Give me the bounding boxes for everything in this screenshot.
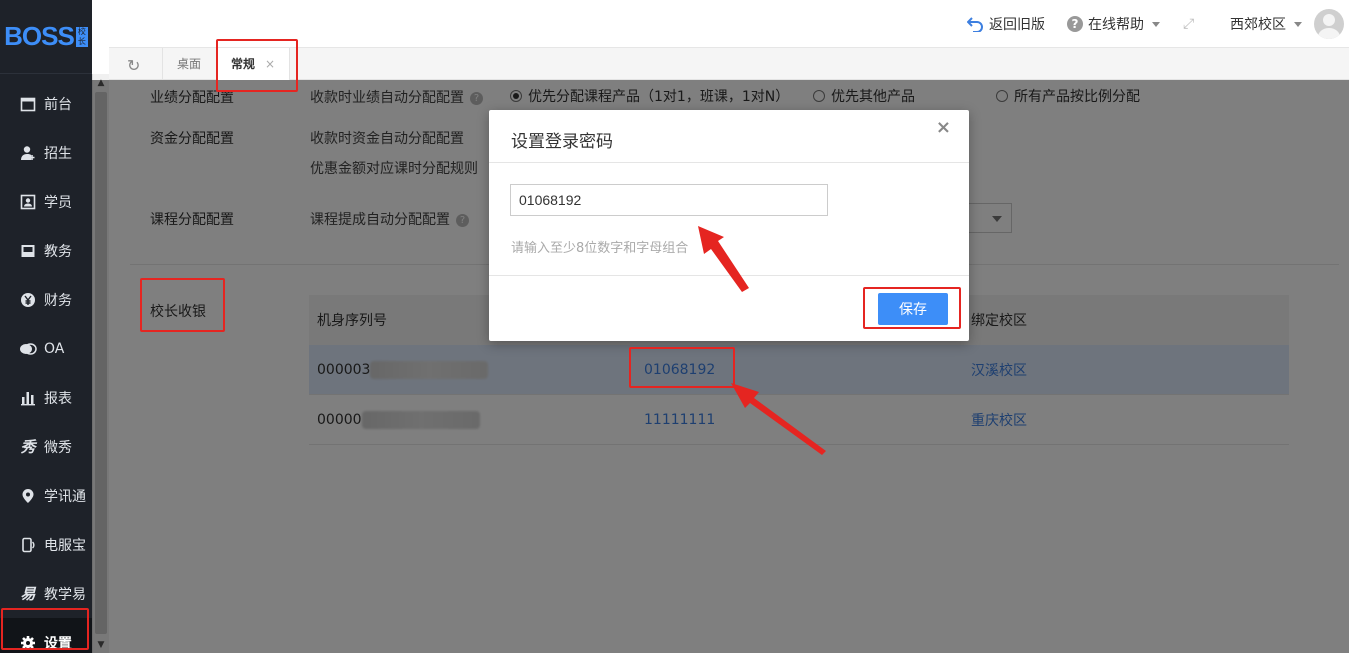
campus-dropdown[interactable]: 西郊校区 [1230, 14, 1302, 34]
sidebar-item-settings[interactable]: 设置 [0, 618, 92, 653]
password-input[interactable] [510, 184, 828, 216]
teach-icon: 易 [20, 585, 36, 603]
sidebar-item-label: OA [44, 340, 65, 357]
sidebar-item-xuexuntong[interactable]: 学讯通 [0, 471, 92, 520]
sidebar-item-label: 设置 [44, 635, 72, 652]
gear-icon [19, 634, 37, 652]
tabs-bar: ↻ 桌面 常规 × [109, 48, 1349, 80]
sidebar-item-enrollment[interactable]: 招生 [0, 128, 92, 177]
password-hint: 请输入至少8位数字和字母组合 [511, 241, 689, 256]
chevron-down-icon [1294, 21, 1302, 27]
tab-label: 常规 [231, 57, 256, 71]
refresh-icon[interactable]: ↻ [127, 56, 140, 75]
sidebar-item-label: 电服宝 [44, 537, 86, 554]
campus-label: 西郊校区 [1230, 17, 1286, 33]
tab-label: 桌面 [177, 57, 202, 71]
sidebar-item-label: 学员 [44, 194, 72, 211]
book-icon [19, 242, 37, 260]
chat-icon [19, 340, 37, 358]
nav-list: 前台 招生 学员 教务 财务 OA 报表 秀 微秀 学讯通 电服宝 易 教学易 … [0, 79, 92, 653]
help-icon: ? [1067, 16, 1083, 32]
location-pin-icon [19, 487, 37, 505]
close-icon[interactable]: × [936, 117, 951, 138]
sidebar-item-label: 学讯通 [44, 488, 86, 505]
set-password-dialog: 设置登录密码 × 请输入至少8位数字和字母组合 保存 [489, 110, 969, 341]
tab-desktop[interactable]: 桌面 [162, 48, 215, 80]
sidebar-item-reports[interactable]: 报表 [0, 373, 92, 422]
back-to-old-version-label: 返回旧版 [989, 17, 1045, 33]
tab-general[interactable]: 常规 × [216, 48, 291, 80]
yen-icon [19, 291, 37, 309]
sidebar-item-dianfubao[interactable]: 电服宝 [0, 520, 92, 569]
sidebar-item-label: 招生 [44, 145, 72, 162]
close-icon[interactable]: × [265, 57, 275, 71]
sidebar-item-academic[interactable]: 教务 [0, 226, 92, 275]
sidebar-item-label: 教学易 [44, 586, 86, 603]
sidebar-item-weixiu[interactable]: 秀 微秀 [0, 422, 92, 471]
online-help-label: 在线帮助 [1088, 17, 1144, 33]
sidebar-item-label: 财务 [44, 292, 72, 309]
bar-chart-icon [19, 389, 37, 407]
undo-icon [967, 16, 983, 32]
logo[interactable]: BOSS 校长 [0, 0, 92, 74]
id-card-icon [19, 193, 37, 211]
sidebar-item-label: 报表 [44, 390, 72, 407]
sidebar: BOSS 校长 前台 招生 学员 教务 财务 OA 报表 秀 微秀 学讯通 电服… [0, 0, 92, 653]
calendar-icon [19, 95, 37, 113]
xiu-icon: 秀 [20, 438, 36, 456]
dialog-title: 设置登录密码 [489, 110, 969, 163]
logo-text: BOSS [4, 21, 75, 51]
user-add-icon [19, 144, 37, 162]
sidebar-item-label: 微秀 [44, 439, 72, 456]
back-to-old-version-link[interactable]: 返回旧版 [967, 14, 1045, 34]
sidebar-item-students[interactable]: 学员 [0, 177, 92, 226]
top-header: 返回旧版 ? 在线帮助 ⤢ 西郊校区 [109, 0, 1349, 48]
online-help-dropdown[interactable]: ? 在线帮助 [1067, 14, 1160, 34]
sidebar-item-oa[interactable]: OA [0, 324, 92, 373]
save-button[interactable]: 保存 [878, 293, 948, 325]
chevron-down-icon [1152, 21, 1160, 27]
phone-icon [19, 536, 37, 554]
sidebar-item-finance[interactable]: 财务 [0, 275, 92, 324]
sidebar-item-label: 前台 [44, 96, 72, 113]
sidebar-item-label: 教务 [44, 243, 72, 260]
dialog-body: 请输入至少8位数字和字母组合 [489, 163, 969, 276]
sidebar-item-jiaoxueyi[interactable]: 易 教学易 [0, 569, 92, 618]
logo-badge: 校长 [75, 26, 88, 47]
sidebar-item-front-desk[interactable]: 前台 [0, 79, 92, 128]
avatar[interactable] [1314, 9, 1344, 39]
fullscreen-icon[interactable]: ⤢ [1183, 16, 1194, 32]
